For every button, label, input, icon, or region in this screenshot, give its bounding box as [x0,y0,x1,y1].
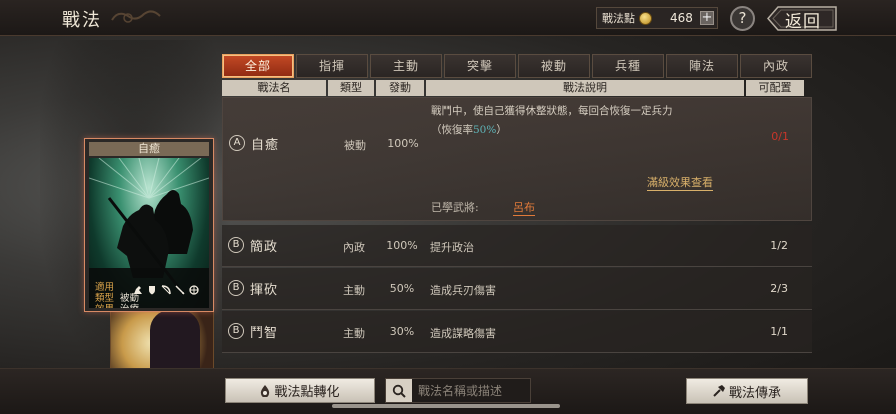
grade-badge: B [228,280,244,296]
grade-badge: B [228,237,244,253]
description-text: ） [496,124,507,136]
col-config: 可配置 [746,80,804,96]
card-title: 自癒 [89,142,209,156]
card-artwork: 適用 類型 被動 效果 治療 目標 自己 [89,158,209,308]
skill-type: 主動 [343,327,365,340]
skill-description: 提升政治 [430,241,474,254]
learned-general-label: 已學武將: [431,201,479,214]
skill-rate: 100% [386,239,418,252]
col-name: 戰法名 [222,80,326,96]
card-type-key: 類型 [95,293,115,304]
card-effect-value: 治療 [120,304,139,308]
inherit-tactic-button[interactable]: 戰法傳承 [686,378,808,404]
skill-row[interactable]: B 鬥智 主動 30% 造成謀略傷害 1/1 [222,311,812,353]
tab-domestic[interactable]: 內政 [740,54,812,78]
skill-name: 揮砍 [250,283,279,298]
card-effect-key: 效果 [95,304,117,308]
tactic-points-value: 468 [670,11,693,25]
col-desc: 戰法說明 [426,80,744,96]
home-indicator [332,404,560,408]
card-effect-row: 效果 治療 [95,304,139,308]
help-button[interactable]: ? [730,6,755,31]
col-rate: 發動 [376,80,424,96]
skill-rate: 50% [389,282,415,295]
skill-config-count: 1/2 [770,239,788,252]
skill-config-count: 1/1 [770,325,788,338]
full-effect-link[interactable]: 滿級效果查看 [647,174,713,191]
learned-general-link[interactable]: 呂布 [513,199,535,216]
spear-icon [175,280,185,295]
search-icon[interactable] [386,379,412,402]
skill-description: 戰鬥中，使自己獲得休整狀態，每回合恢復一定兵力 （恢復率50%） [431,102,731,140]
top-bar: 戰法 戰法點 468 + ? 返回 [0,0,896,36]
search-input[interactable] [418,383,528,398]
tactic-points-display: 戰法點 468 + [596,7,718,29]
skill-type: 內政 [343,241,365,254]
skill-description: 造成謀略傷害 [430,327,496,340]
inherit-tactic-label: 戰法傳承 [728,385,781,401]
back-button[interactable]: 返回 [766,5,840,32]
category-tabs: 全部 指揮 主動 突擊 被動 兵種 陣法 內政 [222,54,812,78]
col-type: 類型 [328,80,374,96]
tab-passive[interactable]: 被動 [518,54,590,78]
drop-icon [261,384,270,397]
tab-command[interactable]: 指揮 [296,54,368,78]
skill-name: 鬥智 [250,326,279,341]
hammer-icon [713,385,725,397]
wheel-icon [189,280,199,295]
skill-name: 自癒 [251,138,280,153]
skill-rate: 100% [387,137,419,150]
column-header: 戰法名 類型 發動 戰法說明 可配置 [222,80,812,96]
skill-description: 造成兵刃傷害 [430,284,496,297]
tab-active[interactable]: 主動 [370,54,442,78]
skill-row-expanded[interactable]: A 自癒 被動 100% 戰鬥中，使自己獲得休整狀態，每回合恢復一定兵力 （恢復… [222,97,812,221]
cloud-ornament-icon [111,10,161,23]
background-card-figure [150,310,200,372]
search-box[interactable] [385,378,531,403]
description-text: （恢復率 [431,124,473,136]
card-apply-key: 適用 [95,282,115,293]
cavalry-icon [133,280,143,294]
recovery-rate-value: 50% [473,124,497,136]
description-line: 戰鬥中，使自己獲得休整狀態，每回合恢復一定兵力 [431,105,673,117]
add-points-button[interactable]: + [700,11,714,25]
skill-type: 被動 [344,139,366,152]
grade-badge: A [229,135,245,151]
skill-list: A 自癒 被動 100% 戰鬥中，使自己獲得休整狀態，每回合恢復一定兵力 （恢復… [222,97,812,359]
tab-assault[interactable]: 突擊 [444,54,516,78]
skill-row[interactable]: B 簡政 內政 100% 提升政治 1/2 [222,225,812,267]
tab-formation[interactable]: 陣法 [666,54,738,78]
skill-card: 自癒 適用 類型 被動 效果 治療 目標 自己 [84,138,214,312]
page-title: 戰法 [62,10,102,31]
troop-type-icons [133,280,199,295]
convert-points-button[interactable]: 戰法點轉化 [225,378,375,403]
skill-config-count: 2/3 [770,282,788,295]
back-label: 返回 [785,12,821,32]
skill-type: 主動 [343,284,365,297]
shield-icon [147,280,157,295]
convert-points-label: 戰法點轉化 [274,385,340,400]
skill-row[interactable]: B 揮砍 主動 50% 造成兵刃傷害 2/3 [222,268,812,310]
tactic-points-label: 戰法點 [602,12,635,25]
skill-name: 簡政 [250,240,279,255]
skill-config-count: 0/1 [771,130,789,143]
coin-icon [639,11,652,25]
tab-all[interactable]: 全部 [222,54,294,78]
tab-troop[interactable]: 兵種 [592,54,664,78]
description-line: （恢復率50%） [431,121,731,140]
skill-rate: 30% [389,325,415,338]
grade-badge: B [228,323,244,339]
bow-icon [161,280,171,295]
